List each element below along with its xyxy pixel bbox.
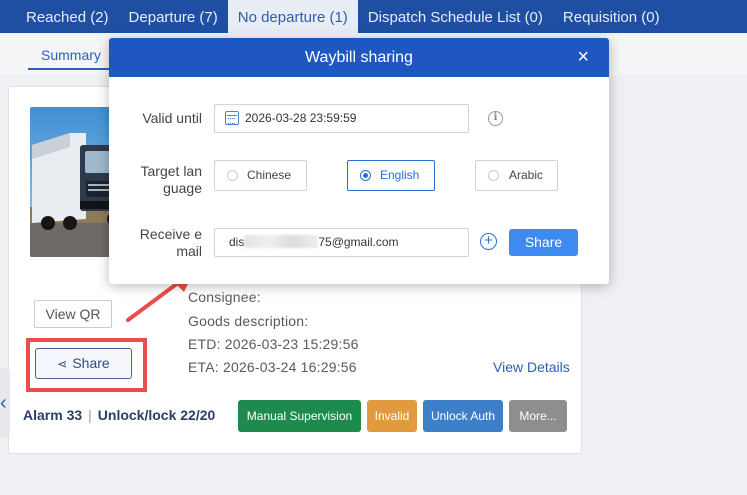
info-icon[interactable]: i — [488, 111, 503, 126]
consignee-label: Consignee: — [188, 289, 261, 305]
receive-email-label-line1: Receive e — [139, 226, 202, 242]
receive-email-label-line2: mail — [176, 243, 202, 259]
unlock-lock-count: Unlock/lock 22/20 — [97, 407, 216, 423]
view-details-link[interactable]: View Details — [493, 359, 570, 375]
eta-value: ETA: 2026-03-24 16:29:56 — [188, 359, 357, 375]
dialog-header: Waybill sharing × — [109, 38, 609, 77]
tab-requisition[interactable]: Requisition (0) — [553, 0, 670, 33]
etd-value: ETD: 2026-03-23 15:29:56 — [188, 336, 359, 352]
waybill-sharing-dialog: Waybill sharing × Valid until 2026-03-28… — [109, 38, 609, 284]
language-option-chinese[interactable]: Chinese — [214, 160, 307, 191]
language-option-label: Arabic — [509, 168, 544, 182]
share-label: Share — [72, 355, 110, 371]
top-tab-bar: Reached (2) Departure (7) No departure (… — [0, 0, 747, 33]
more-button[interactable]: More... — [509, 400, 567, 432]
language-option-arabic[interactable]: Arabic — [475, 160, 558, 191]
language-option-english[interactable]: English — [347, 160, 435, 191]
calendar-icon — [225, 111, 239, 125]
tab-dispatch-schedule-list[interactable]: Dispatch Schedule List (0) — [358, 0, 553, 33]
unlock-auth-button[interactable]: Unlock Auth — [423, 400, 503, 432]
email-prefix: dis — [229, 235, 245, 249]
manual-supervision-button[interactable]: Manual Supervision — [238, 400, 361, 432]
alarm-summary: Alarm 33 | Unlock/lock 22/20 — [23, 407, 215, 423]
tab-reached[interactable]: Reached (2) — [0, 0, 119, 33]
share-submit-button[interactable]: Share — [509, 229, 578, 256]
tab-no-departure[interactable]: No departure (1) — [227, 0, 358, 33]
plus-circle-icon[interactable]: + — [480, 233, 497, 250]
email-field[interactable]: dis 75@gmail.com — [214, 228, 469, 257]
share-button[interactable]: ⋖ Share — [35, 348, 132, 379]
chevron-left-icon[interactable]: ‹ — [0, 368, 10, 438]
radio-unchecked-icon — [488, 170, 499, 181]
target-language-label-line1: Target lan — [140, 163, 202, 179]
language-option-label: Chinese — [247, 168, 292, 182]
separator: | — [88, 407, 92, 423]
close-icon[interactable]: × — [577, 38, 589, 77]
tab-departure[interactable]: Departure (7) — [119, 0, 228, 33]
target-language-label-line2: guage — [163, 180, 202, 196]
invalid-button[interactable]: Invalid — [367, 400, 417, 432]
email-suffix: 75@gmail.com — [318, 235, 399, 249]
valid-until-label: Valid until — [142, 110, 202, 126]
receive-email-label: Receive e mail — [140, 226, 202, 260]
valid-until-field[interactable]: 2026-03-28 23:59:59 — [214, 104, 469, 133]
radio-checked-icon — [360, 170, 371, 181]
language-option-label: English — [380, 168, 420, 182]
goods-description-label: Goods description: — [188, 313, 309, 329]
dialog-title: Waybill sharing — [305, 49, 413, 66]
share-icon: ⋖ — [57, 357, 68, 371]
alarm-count: Alarm 33 — [23, 407, 83, 423]
redacted-text — [244, 235, 319, 248]
view-qr-button[interactable]: View QR — [34, 300, 112, 328]
valid-until-value: 2026-03-28 23:59:59 — [245, 111, 357, 125]
radio-unchecked-icon — [227, 170, 238, 181]
tab-summary[interactable]: Summary — [28, 47, 114, 70]
target-language-label: Target lan guage — [141, 163, 202, 197]
